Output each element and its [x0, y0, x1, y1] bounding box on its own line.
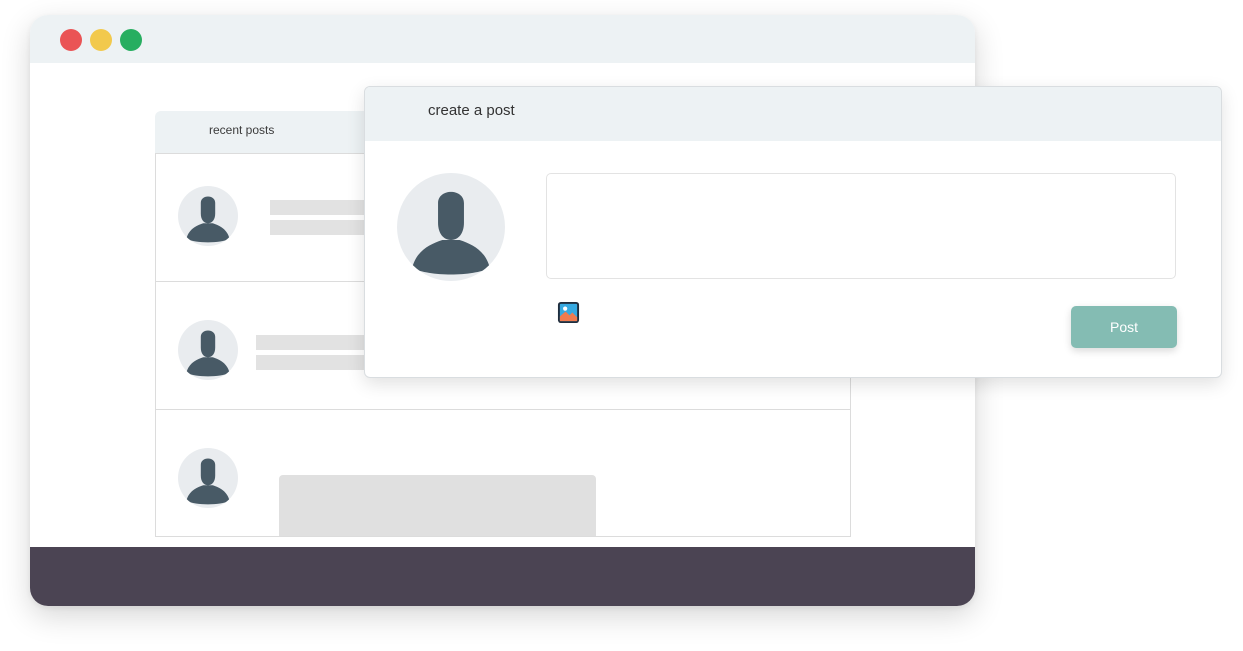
window-footer [30, 547, 975, 606]
minimize-window-button[interactable] [90, 29, 112, 51]
post-item[interactable] [155, 409, 851, 537]
add-image-icon[interactable] [557, 301, 580, 324]
post-image-placeholder [279, 475, 596, 536]
window-titlebar [30, 15, 975, 63]
user-avatar-icon [178, 320, 238, 380]
post-text-input[interactable] [546, 173, 1176, 279]
maximize-window-button[interactable] [120, 29, 142, 51]
create-post-dialog: create a post Post [364, 86, 1222, 378]
feed-header-label: recent posts [209, 123, 275, 137]
user-avatar-icon [178, 186, 238, 246]
user-avatar-icon [397, 173, 505, 281]
user-avatar-icon [178, 448, 238, 508]
dialog-title: create a post [428, 102, 515, 119]
close-window-button[interactable] [60, 29, 82, 51]
post-button[interactable]: Post [1071, 306, 1177, 348]
dialog-header: create a post [365, 87, 1221, 141]
